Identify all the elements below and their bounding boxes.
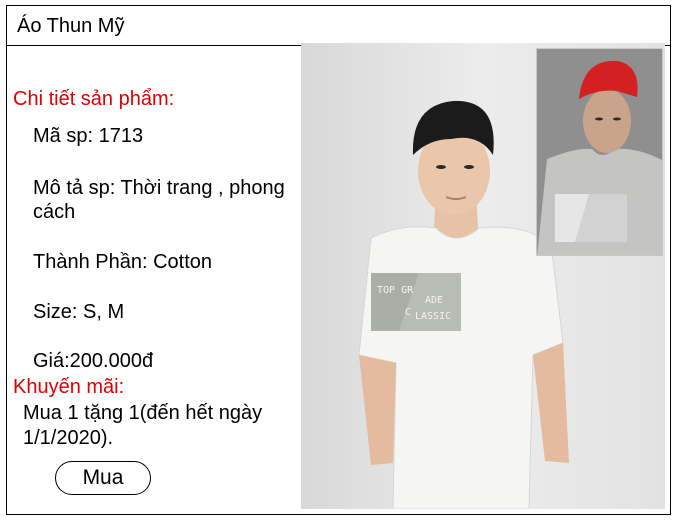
product-size: Size: S, M <box>33 301 125 323</box>
product-description: Mô tả sp: Thời trang , phong cách <box>33 177 285 223</box>
product-material: Thành Phần: Cotton <box>33 251 213 273</box>
shirt-print-line2: ADE <box>425 295 443 306</box>
promotion-heading: Khuyến mãi: <box>13 376 125 398</box>
shirt-print-line4: LASSIC <box>415 311 451 322</box>
product-thumbnail-image <box>536 48 663 256</box>
product-code: Mã sp: 1713 <box>33 125 144 147</box>
product-price: Giá:200.000đ <box>33 350 154 372</box>
shirt-print-line3: C <box>405 307 411 318</box>
product-details: Chi tiết sản phẩm: Mã sp: 1713 Mô tả sp:… <box>7 46 307 514</box>
shirt-print-line1: TOP GR <box>377 285 414 296</box>
details-heading: Chi tiết sản phẩm: <box>13 88 175 110</box>
product-title: Áo Thun Mỹ <box>17 15 125 37</box>
thumbnail-illustration <box>537 49 662 255</box>
title-bar: Áo Thun Mỹ <box>7 6 670 46</box>
promotion-text: Mua 1 tặng 1(đến hết ngày 1/1/2020). <box>23 402 263 449</box>
buy-button[interactable]: Mua <box>55 461 151 495</box>
